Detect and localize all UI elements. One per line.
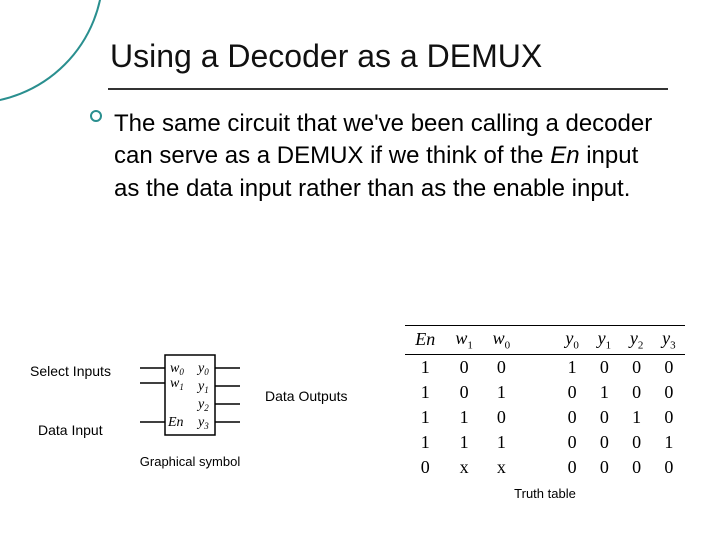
- label-select-inputs: Select Inputs: [30, 363, 111, 379]
- paragraph-text: The same circuit that we've been calling…: [114, 110, 652, 202]
- table-row: 1010100: [405, 380, 685, 405]
- symbol-caption: Graphical symbol: [130, 454, 250, 469]
- slide-title: Using a Decoder as a DEMUX: [110, 38, 542, 75]
- svg-text:y3: y3: [196, 415, 209, 431]
- table-row: 0xx0000: [405, 455, 685, 480]
- table-row: 1001000: [405, 354, 685, 380]
- truth-table-block: Enw1w0 y0y1y2y3 100100010101001100010111…: [405, 325, 685, 501]
- svg-text:y1: y1: [196, 379, 209, 395]
- truth-table-body: 10010001010100110001011100010xx0000: [405, 354, 685, 480]
- svg-text:y2: y2: [196, 397, 209, 413]
- label-data-outputs: Data Outputs: [265, 388, 348, 404]
- svg-text:w1: w1: [170, 376, 184, 392]
- hollow-bullet-icon: [90, 110, 102, 122]
- body-text-block: The same circuit that we've been calling…: [108, 108, 668, 205]
- svg-text:En: En: [167, 415, 184, 430]
- truth-table: Enw1w0 y0y1y2y3 100100010101001100010111…: [405, 325, 685, 480]
- label-data-input: Data Input: [38, 422, 103, 438]
- svg-text:y0: y0: [196, 361, 209, 377]
- truth-table-header-row: Enw1w0 y0y1y2y3: [405, 326, 685, 355]
- table-row: 1110001: [405, 430, 685, 455]
- truth-table-caption: Truth table: [405, 486, 685, 501]
- title-rule: [108, 88, 668, 90]
- svg-text:w0: w0: [170, 361, 184, 377]
- decoder-symbol: w0 w1 En y0 y1 y2 y3 Graphical symbol: [130, 350, 250, 469]
- bullet-paragraph: The same circuit that we've been calling…: [108, 108, 668, 205]
- decoder-svg: w0 w1 En y0 y1 y2 y3: [130, 350, 250, 450]
- decorative-arc: [0, 0, 104, 104]
- table-row: 1100010: [405, 405, 685, 430]
